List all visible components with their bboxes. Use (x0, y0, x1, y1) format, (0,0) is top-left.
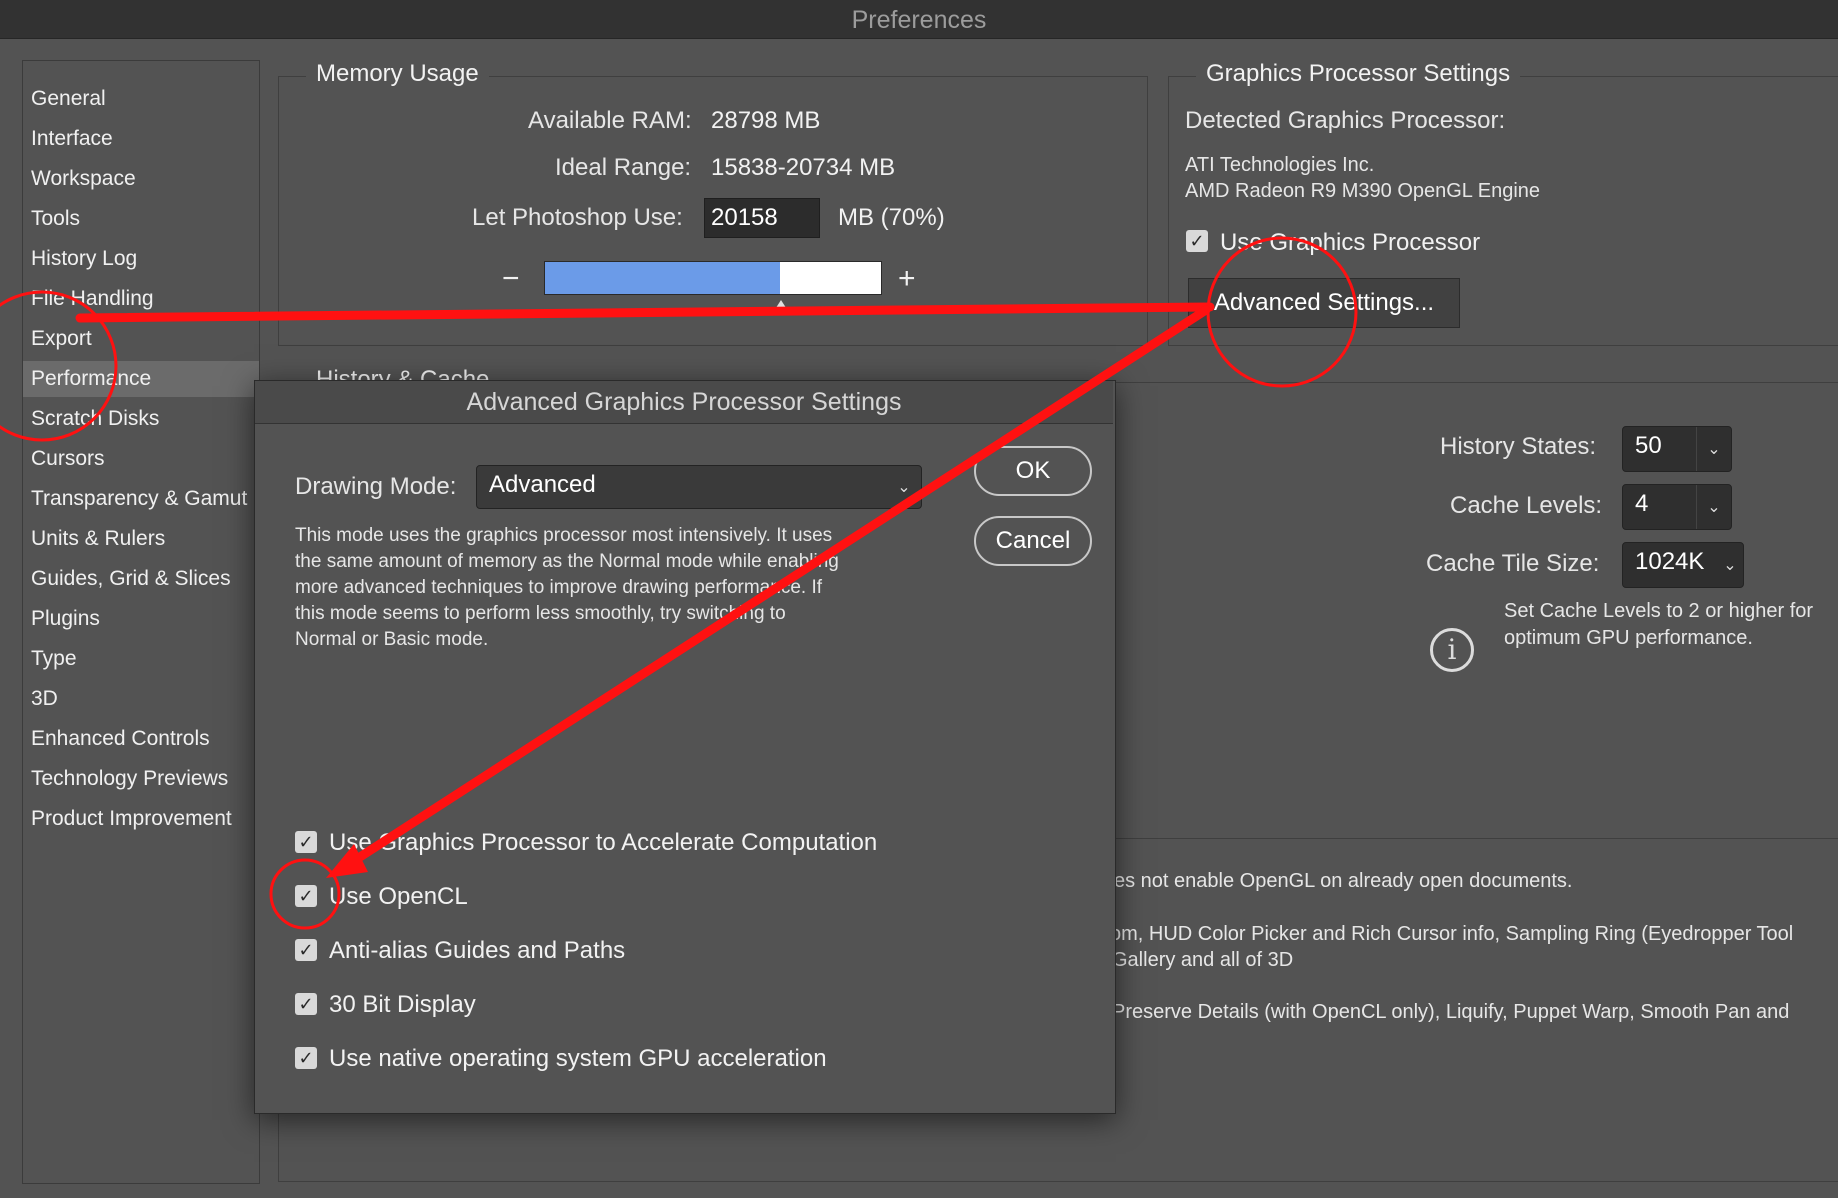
sidebar-item-performance[interactable]: Performance (23, 361, 259, 397)
use-gpu-checkbox[interactable]: ✓ (1186, 230, 1208, 252)
memory-unit-label: MB (70%) (838, 204, 945, 231)
sidebar-item-enhanced-controls[interactable]: Enhanced Controls (23, 721, 259, 757)
checkmark-icon: ✓ (298, 940, 314, 960)
description-line3: Gallery and all of 3D (1112, 949, 1294, 971)
ideal-range-label: Ideal Range: (555, 154, 692, 181)
anti-alias-label: Anti-alias Guides and Paths (329, 937, 626, 964)
chevron-down-icon: ⌄ (897, 479, 911, 496)
sidebar-item-file-handling[interactable]: File Handling (23, 281, 259, 317)
checkmark-icon: ✓ (298, 832, 314, 852)
sidebar-item-interface[interactable]: Interface (23, 121, 259, 157)
cache-levels-value: 4 (1635, 490, 1649, 517)
graphics-processor-title: Graphics Processor Settings (1196, 60, 1521, 88)
sidebar-item-units-rulers[interactable]: Units & Rulers (23, 521, 259, 557)
accelerate-computation-checkbox[interactable]: ✓ (295, 831, 317, 853)
use-opencl-checkbox[interactable]: ✓ (295, 885, 317, 907)
memory-usage-title: Memory Usage (306, 60, 489, 88)
cancel-button[interactable]: Cancel (974, 516, 1092, 566)
checkmark-icon: ✓ (1189, 231, 1205, 251)
advanced-gpu-dialog: Advanced Graphics Processor Settings Dra… (254, 380, 1116, 1114)
sidebar-item-plugins[interactable]: Plugins (23, 601, 259, 637)
preferences-sidebar: General Interface Workspace Tools Histor… (22, 60, 260, 1184)
sidebar-item-general[interactable]: General (23, 81, 259, 117)
description-line2: om, HUD Color Picker and Rich Cursor inf… (1110, 923, 1794, 945)
memory-decrease-button[interactable]: − (502, 262, 520, 296)
description-divider (1114, 838, 1838, 839)
description-text-line: Normal or Basic mode. (295, 629, 489, 650)
title-bar: Preferences (0, 0, 1838, 39)
cache-tile-size-value: 1024K (1635, 548, 1705, 575)
let-photoshop-use-label: Let Photoshop Use: (472, 204, 683, 231)
sidebar-item-transparency-gamut[interactable]: Transparency & Gamut (23, 481, 259, 517)
history-states-value: 50 (1635, 432, 1662, 459)
chevron-down-icon: ⌄ (1723, 557, 1737, 574)
description-text-line: the same amount of memory as the Normal … (295, 551, 839, 572)
sidebar-item-product-improvement[interactable]: Product Improvement (23, 801, 259, 837)
accelerate-computation-label: Use Graphics Processor to Accelerate Com… (329, 829, 878, 856)
cache-tile-size-label: Cache Tile Size: (1426, 550, 1600, 577)
cache-info-line1: Set Cache Levels to 2 or higher for (1504, 600, 1814, 622)
cache-levels-label: Cache Levels: (1450, 492, 1603, 519)
memory-usage-input[interactable] (704, 198, 820, 238)
sidebar-item-guides-grid-slices[interactable]: Guides, Grid & Slices (23, 561, 259, 597)
native-gpu-acceleration-checkbox[interactable]: ✓ (295, 1047, 317, 1069)
history-states-label: History States: (1440, 433, 1597, 460)
available-ram-value: 28798 MB (711, 107, 821, 134)
dialog-title: Advanced Graphics Processor Settings (255, 381, 1113, 424)
advanced-settings-button[interactable]: Advanced Settings... (1188, 278, 1460, 328)
cache-levels-select[interactable]: 4 ⌄ (1622, 484, 1732, 530)
ideal-range-value: 15838-20734 MB (711, 154, 896, 181)
ok-button[interactable]: OK (974, 446, 1092, 496)
info-icon: i (1430, 628, 1474, 672)
description-text-line: more advanced techniques to improve draw… (295, 577, 822, 598)
drawing-mode-select[interactable]: Advanced ⌄ (476, 465, 922, 509)
description-text-line: This mode uses the graphics processor mo… (295, 525, 833, 546)
sidebar-item-tools[interactable]: Tools (23, 201, 259, 237)
sidebar-item-export[interactable]: Export (23, 321, 259, 357)
use-gpu-label: Use Graphics Processor (1220, 229, 1481, 256)
chevron-down-icon: ⌄ (1696, 485, 1731, 529)
use-opencl-label: Use OpenCL (329, 883, 468, 910)
checkmark-icon: ✓ (298, 886, 314, 906)
sidebar-item-scratch-disks[interactable]: Scratch Disks (23, 401, 259, 437)
cache-info-line2: optimum GPU performance. (1504, 627, 1753, 649)
chevron-down-icon: ⌄ (1696, 427, 1731, 471)
drawing-mode-description: This mode uses the graphics processor mo… (295, 523, 935, 653)
description-line1: es not enable OpenGL on already open doc… (1114, 870, 1573, 892)
sidebar-item-technology-previews[interactable]: Technology Previews (23, 761, 259, 797)
gpu-vendor: ATI Technologies Inc. (1185, 154, 1375, 176)
drawing-mode-value: Advanced (489, 471, 596, 498)
sidebar-item-3d[interactable]: 3D (23, 681, 259, 717)
drawing-mode-label: Drawing Mode: (295, 473, 457, 500)
sidebar-item-cursors[interactable]: Cursors (23, 441, 259, 477)
cache-tile-size-select[interactable]: 1024K ⌄ (1622, 542, 1744, 588)
gpu-model: AMD Radeon R9 M390 OpenGL Engine (1185, 180, 1541, 202)
description-line4: Preserve Details (with OpenCL only), Liq… (1112, 1001, 1790, 1023)
thirty-bit-display-label: 30 Bit Display (329, 991, 476, 1018)
sidebar-item-workspace[interactable]: Workspace (23, 161, 259, 197)
window-title: Preferences (851, 6, 987, 34)
description-text-line: this mode seems to perform less smoothly… (295, 603, 786, 624)
checkmark-icon: ✓ (298, 1048, 314, 1068)
sidebar-item-type[interactable]: Type (23, 641, 259, 677)
memory-increase-button[interactable]: + (898, 262, 916, 296)
checkmark-icon: ✓ (298, 994, 314, 1014)
thirty-bit-display-checkbox[interactable]: ✓ (295, 993, 317, 1015)
memory-slider-track[interactable] (544, 261, 882, 295)
native-gpu-acceleration-label: Use native operating system GPU accelera… (329, 1045, 827, 1072)
available-ram-label: Available RAM: (528, 107, 692, 134)
memory-slider-thumb[interactable] (771, 300, 790, 314)
detected-gpu-label: Detected Graphics Processor: (1185, 107, 1506, 134)
anti-alias-checkbox[interactable]: ✓ (295, 939, 317, 961)
history-states-select[interactable]: 50 ⌄ (1622, 426, 1732, 472)
sidebar-item-history-log[interactable]: History Log (23, 241, 259, 277)
memory-slider-fill (545, 262, 781, 294)
